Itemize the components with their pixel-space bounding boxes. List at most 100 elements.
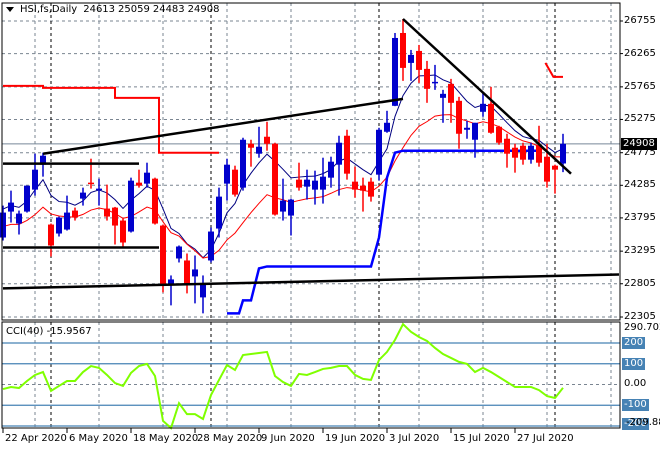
candle-body-bullish [384, 122, 390, 132]
upper-channel-line [544, 62, 563, 78]
chart-header: HSI,fs,Daily 24613 25059 24483 24908 [6, 4, 219, 15]
trendline-long-term-support [2, 273, 620, 290]
candle-body-bearish [264, 136, 270, 144]
price-axis-label: 24285 [624, 179, 656, 191]
moving-average-fast [2, 74, 564, 259]
low-value: 24483 [152, 4, 185, 15]
cci-level-minus-100: -100 [622, 399, 649, 411]
candle-body-bullish [80, 192, 86, 199]
grid [2, 3, 623, 433]
candle-body-bullish [528, 145, 534, 160]
date-axis-label: 15 Jul 2020 [453, 433, 510, 444]
candle-body-bearish [112, 207, 118, 226]
candle-body-bullish [16, 213, 22, 224]
candle-body-bullish [56, 217, 62, 234]
candle-body-bullish [376, 129, 382, 175]
candles [0, 19, 566, 314]
candle-body-bullish [224, 164, 230, 184]
main-panel-border [1, 2, 621, 321]
price-axis-label: 25275 [624, 113, 656, 125]
cci-axis-zero: 0.00 [624, 378, 647, 389]
candle-body-bearish [120, 220, 126, 243]
candle-body-bullish [472, 122, 478, 140]
symbol-label: HSI,fs,Daily [20, 4, 78, 15]
candle-body-bullish [560, 143, 566, 164]
cci-axis-max: 290.7027 [624, 322, 660, 333]
candle-body-bearish [520, 145, 526, 160]
candle-body-bullish [96, 188, 102, 191]
candle-body-bullish [0, 212, 6, 238]
candle-body-bearish [456, 100, 462, 134]
candle-body-bearish [512, 147, 518, 158]
candle-body-bearish [72, 210, 78, 218]
price-axis-label: 23295 [624, 245, 656, 257]
date-axis-label: 18 May 2020 [133, 433, 199, 444]
candle-body-bearish [400, 32, 406, 68]
candle-body-bullish [8, 202, 14, 212]
candle-body-bearish [544, 156, 550, 182]
cci-axis-min: -209.886 [626, 417, 660, 428]
candle-body-bullish [24, 185, 30, 212]
cci-line [2, 322, 564, 430]
date-axis-label: 9 Jun 2020 [261, 433, 315, 444]
candle-body-bearish [48, 224, 54, 246]
candle-body-bullish [288, 199, 294, 216]
close-value: 24908 [187, 4, 220, 15]
cci-label: CCI(40) -15.9567 [6, 326, 92, 337]
candle-body-bearish [136, 182, 142, 186]
candle-body-bullish [216, 196, 222, 229]
price-axis-label: 22805 [624, 277, 656, 289]
candle-body-bearish [88, 182, 94, 185]
candle-body-bearish [184, 260, 190, 286]
date-axis-label: 28 May 2020 [197, 433, 263, 444]
candle-body-bullish [392, 37, 398, 106]
candle-body-bullish [432, 81, 438, 84]
dropdown-triangle-icon[interactable] [6, 7, 14, 12]
high-value: 25059 [118, 4, 150, 15]
open-value: 24613 [83, 4, 116, 15]
candle-body-bullish [464, 127, 470, 130]
candle-body-bullish [128, 180, 134, 232]
candle-body-bullish [32, 169, 38, 190]
candle-body-bearish [368, 181, 374, 197]
price-axis-label: 23795 [624, 211, 656, 223]
candle-body-bearish [416, 50, 422, 70]
candle-body-bullish [240, 139, 246, 188]
candle-body-bearish [448, 83, 454, 103]
candle-body-bullish [208, 231, 214, 261]
candle-body-bullish [176, 246, 182, 259]
cci-level-200: 200 [622, 337, 646, 349]
date-axis-label: 27 Jul 2020 [517, 433, 574, 444]
candle-body-bullish [64, 212, 70, 230]
price-axis-label: 26755 [624, 15, 656, 26]
candle-body-bullish [440, 93, 446, 98]
candle-body-bullish [336, 142, 342, 165]
candle-body-bullish [192, 269, 198, 277]
price-axis-label: 25765 [624, 80, 656, 92]
date-axis-label: 19 Jun 2020 [325, 433, 386, 444]
candle-body-bearish [552, 165, 558, 170]
candle-body-bullish [320, 176, 326, 190]
candle-body-bearish [504, 138, 510, 154]
candle-body-bearish [344, 135, 350, 174]
cci-panel-border [1, 321, 621, 429]
candle-body-bullish [304, 179, 310, 187]
candle-body-bearish [360, 185, 366, 191]
date-axis-label: 22 Apr 2020 [5, 433, 67, 444]
candle-body-bearish [296, 179, 302, 188]
candle-body-bearish [272, 143, 278, 215]
candle-body-bearish [496, 126, 502, 143]
current-price-label: 24908 [621, 138, 657, 150]
candle-body-bearish [160, 225, 166, 286]
candle-body-bearish [352, 181, 358, 190]
candle-body-bullish [256, 146, 262, 154]
chart-canvas [0, 2, 623, 433]
price-axis-label: 26265 [624, 47, 656, 59]
candle-body-bearish [488, 103, 494, 133]
cci-level-100: 100 [622, 358, 646, 370]
date-axis-label: 3 Jul 2020 [389, 433, 440, 444]
candle-body-bearish [424, 68, 430, 89]
trendlines [2, 18, 620, 290]
candle-body-bullish [200, 283, 206, 298]
candle-body-bearish [104, 208, 110, 217]
